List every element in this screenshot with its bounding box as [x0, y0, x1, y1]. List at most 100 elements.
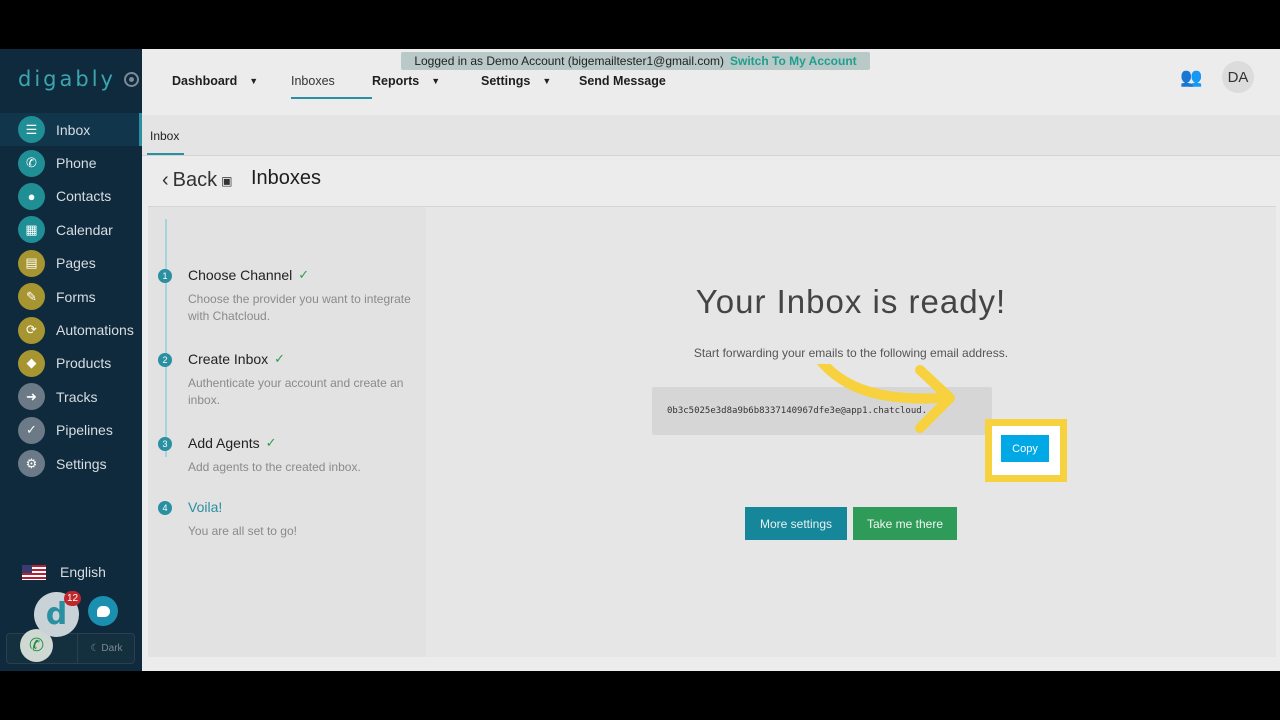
- pencil-icon: ✎: [18, 283, 45, 311]
- checkmark-icon: ✓: [274, 351, 286, 366]
- sidebar-item-pages[interactable]: ▤ Pages: [0, 247, 142, 280]
- tag-icon: ◆: [18, 349, 45, 377]
- dark-mode-label: Dark: [101, 643, 123, 654]
- step-title-text: Choose Channel: [188, 267, 293, 283]
- topnav-label: Send Message: [579, 74, 666, 88]
- step-number: 1: [158, 269, 172, 283]
- calendar-icon: ▦: [18, 216, 45, 244]
- direction-icon: ➜: [18, 383, 45, 411]
- sidebar-item-label: Settings: [56, 455, 107, 472]
- step-description: Authenticate your account and create an …: [188, 376, 404, 407]
- language-selector[interactable]: English: [22, 564, 106, 580]
- sidebar-item-forms[interactable]: ✎ Forms: [0, 280, 142, 313]
- step-title: Create Inbox ✓: [188, 351, 285, 367]
- steps-connector: [165, 219, 167, 457]
- sidebar-nav: ☰ Inbox ✆ Phone ● Contacts ▦ Calendar ▤ Pages ✎ For…: [0, 113, 142, 480]
- step-description: Add agents to the created inbox.: [188, 460, 361, 474]
- sidebar: digably ☰ Inbox ✆ Phone ● Contacts ▦ Calendar ▤ P…: [0, 49, 142, 671]
- logo-text: digably: [18, 67, 116, 91]
- more-settings-button[interactable]: More settings: [745, 507, 847, 540]
- take-me-there-button[interactable]: Take me there: [853, 507, 957, 540]
- check-circle-icon: ✓: [18, 416, 45, 444]
- moon-icon: ☾: [90, 643, 100, 654]
- inbox-tray-icon: ▣: [221, 173, 233, 188]
- topnav-label: Reports: [372, 74, 420, 88]
- setup-card: 1 Choose Channel ✓ Choose the provider you …: [148, 206, 1276, 657]
- users-icon[interactable]: 👥: [1180, 67, 1202, 88]
- sidebar-item-tracks[interactable]: ➜ Tracks: [0, 380, 142, 413]
- top-nav: Dashboard ▼ Inboxes Reports ▼ Settings ▼…: [172, 71, 689, 99]
- sidebar-item-label: Pages: [56, 255, 96, 272]
- topnav-settings[interactable]: Settings ▼: [481, 71, 579, 91]
- sidebar-item-phone[interactable]: ✆ Phone: [0, 146, 142, 179]
- topnav-label: Inboxes: [291, 74, 335, 88]
- sidebar-item-label: Tracks: [56, 388, 98, 405]
- ready-subtitle: Start forwarding your emails to the foll…: [693, 346, 1009, 360]
- annotation-arrow-icon: [817, 364, 955, 433]
- topnav-dashboard[interactable]: Dashboard ▼: [172, 71, 291, 91]
- pages-icon: ▤: [18, 249, 45, 277]
- gear-icon: ⚙: [18, 450, 45, 478]
- topnav-label: Dashboard: [172, 74, 238, 88]
- topnav-label: Settings: [481, 74, 531, 88]
- avatar[interactable]: DA: [1222, 61, 1254, 93]
- page-title: Inboxes: [251, 167, 322, 189]
- step-title: Choose Channel ✓: [188, 267, 309, 283]
- step-title-text: Create Inbox: [188, 351, 269, 367]
- step-description: You are all set to go!: [188, 524, 297, 538]
- copy-button[interactable]: Copy: [1001, 435, 1049, 462]
- language-label: English: [60, 564, 106, 580]
- topnav-reports[interactable]: Reports ▼: [372, 71, 481, 91]
- step-description: Choose the provider you want to integrat…: [188, 292, 411, 323]
- sidebar-item-pipelines[interactable]: ✓ Pipelines: [0, 414, 142, 447]
- switch-account-link[interactable]: Switch To My Account: [730, 54, 857, 68]
- chevron-down-icon: ▼: [249, 76, 259, 86]
- step-title: Voila!: [188, 499, 222, 515]
- topbar: Logged in as Demo Account (bigemailteste…: [142, 49, 1280, 115]
- steps-panel: 1 Choose Channel ✓ Choose the provider you …: [148, 207, 426, 657]
- sidebar-item-contacts[interactable]: ● Contacts: [0, 180, 142, 213]
- sidebar-item-label: Automations: [56, 322, 134, 339]
- dark-mode-toggle[interactable]: ☾ Dark: [77, 634, 135, 663]
- record-icon: [123, 71, 139, 87]
- chat-bubble-icon[interactable]: [88, 596, 118, 626]
- chevron-left-icon: ‹: [162, 169, 169, 191]
- step-title: Add Agents ✓: [188, 435, 277, 451]
- topnav-inboxes[interactable]: Inboxes: [291, 71, 372, 99]
- sidebar-item-inbox[interactable]: ☰ Inbox: [0, 113, 142, 147]
- person-icon: ●: [18, 182, 45, 210]
- step-number: 2: [158, 353, 172, 367]
- step-title-text: Add Agents: [188, 435, 260, 451]
- step-title-text: Voila!: [188, 499, 223, 515]
- sidebar-item-products[interactable]: ◆ Products: [0, 347, 142, 380]
- topnav-send-message[interactable]: Send Message: [579, 71, 689, 91]
- copy-highlight: Copy: [985, 419, 1067, 482]
- impersonation-banner: Logged in as Demo Account (bigemailteste…: [401, 52, 870, 70]
- chevron-down-icon: ▼: [431, 76, 441, 86]
- ready-title: Your Inbox is ready!: [695, 283, 1007, 320]
- sidebar-item-label: Phone: [56, 155, 97, 172]
- notification-badge: 12: [64, 591, 82, 606]
- sidebar-item-label: Calendar: [56, 221, 113, 238]
- refresh-icon: ⟳: [18, 316, 45, 344]
- digably-d-icon: d: [45, 597, 68, 632]
- step-number: 3: [158, 437, 172, 451]
- sidebar-item-automations[interactable]: ⟳ Automations: [0, 313, 142, 346]
- us-flag-icon: [22, 564, 46, 580]
- sidebar-item-calendar[interactable]: ▦ Calendar: [0, 213, 142, 246]
- logo[interactable]: digably: [18, 67, 139, 91]
- sidebar-item-label: Products: [56, 355, 112, 372]
- sidebar-item-label: Forms: [56, 288, 96, 305]
- sidebar-item-label: Pipelines: [56, 422, 113, 439]
- sidebar-item-label: Contacts: [56, 188, 112, 205]
- tab-inbox[interactable]: Inbox: [146, 129, 185, 155]
- inbox-icon: ☰: [18, 116, 45, 144]
- back-button[interactable]: ‹ Back ▣: [162, 169, 232, 192]
- phone-icon: ✆: [28, 635, 45, 655]
- phone-icon: ✆: [18, 149, 45, 177]
- step-number: 4: [158, 501, 172, 515]
- checkmark-icon: ✓: [298, 267, 310, 282]
- back-label: Back: [172, 169, 218, 191]
- sidebar-item-settings[interactable]: ⚙ Settings: [0, 447, 142, 480]
- banner-text: Logged in as Demo Account (bigemailteste…: [414, 54, 724, 68]
